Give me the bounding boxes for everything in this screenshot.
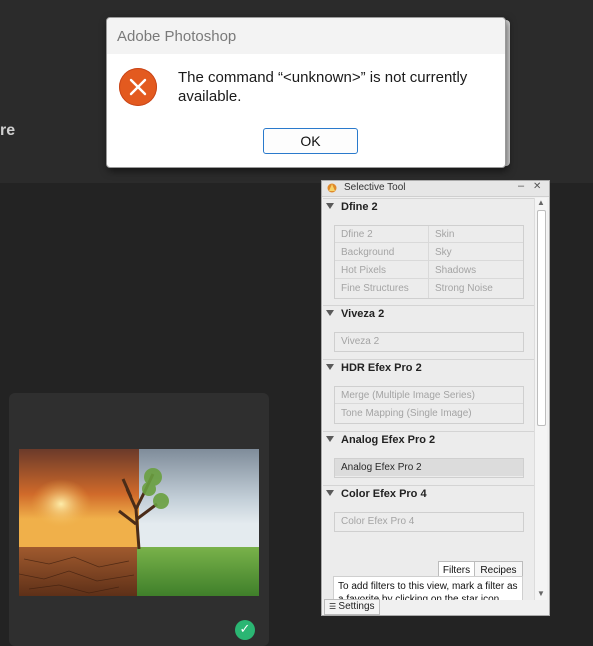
- selective-tool-panel: Selective Tool – ✕ Dfine 2 Dfine 2 Skin …: [321, 180, 550, 616]
- background-text-fragment: re: [0, 122, 16, 139]
- collapse-triangle-icon[interactable]: [326, 310, 334, 316]
- image-card[interactable]: ✓: [9, 393, 269, 646]
- filter-color-efex-pro-4[interactable]: Color Efex Pro 4: [335, 513, 523, 530]
- filter-skin[interactable]: Skin: [429, 226, 523, 243]
- color-efex-filter-grid: Color Efex Pro 4: [334, 512, 524, 532]
- filter-analog-efex-pro-2[interactable]: Analog Efex Pro 2: [335, 459, 523, 476]
- section-header-hdr-efex-pro-2[interactable]: HDR Efex Pro 2: [326, 362, 422, 374]
- panel-title: Selective Tool: [344, 182, 406, 193]
- panel-titlebar[interactable]: Selective Tool – ✕: [322, 180, 549, 197]
- panel-scrollbar[interactable]: ▲ ▼: [534, 198, 547, 600]
- filter-tone-mapping[interactable]: Tone Mapping (Single Image): [335, 405, 523, 422]
- photoshop-error-dialog: Adobe Photoshop The command “<unknown>” …: [106, 17, 506, 168]
- collapse-triangle-icon[interactable]: [326, 490, 334, 496]
- selected-check-icon[interactable]: ✓: [235, 620, 255, 640]
- section-header-analog-efex-pro-2[interactable]: Analog Efex Pro 2: [326, 434, 435, 446]
- scroll-up-arrow-icon[interactable]: ▲: [537, 198, 545, 207]
- minimize-icon[interactable]: –: [518, 180, 524, 192]
- section-header-dfine-2[interactable]: Dfine 2: [326, 201, 378, 213]
- filter-list: Dfine 2 Dfine 2 Skin Background Sky Hot …: [323, 198, 534, 600]
- section-viveza-2: Viveza 2 Viveza 2: [323, 305, 534, 360]
- nik-logo-icon: [327, 183, 337, 193]
- scroll-down-arrow-icon[interactable]: ▼: [537, 589, 545, 598]
- close-icon[interactable]: ✕: [533, 181, 541, 192]
- filter-background[interactable]: Background: [335, 244, 429, 261]
- hdr-filter-grid: Merge (Multiple Image Series) Tone Mappi…: [334, 386, 524, 424]
- section-header-viveza-2[interactable]: Viveza 2: [326, 308, 384, 320]
- section-header-color-efex-pro-4[interactable]: Color Efex Pro 4: [326, 488, 427, 500]
- filter-fine-structures[interactable]: Fine Structures: [335, 280, 429, 297]
- favorites-info-text: To add filters to this view, mark a filt…: [333, 576, 523, 600]
- error-circle-icon: [119, 68, 157, 106]
- section-analog-efex-pro-2: Analog Efex Pro 2 Analog Efex Pro 2: [323, 431, 534, 486]
- section-color-efex-pro-4: Color Efex Pro 4 Color Efex Pro 4: [323, 485, 534, 560]
- grid-divider: [428, 226, 429, 298]
- thumbnail-image[interactable]: [19, 449, 259, 596]
- filter-merge[interactable]: Merge (Multiple Image Series): [335, 387, 523, 404]
- filter-viveza-2[interactable]: Viveza 2: [335, 333, 523, 350]
- filter-hot-pixels[interactable]: Hot Pixels: [335, 262, 429, 279]
- collapse-triangle-icon[interactable]: [326, 436, 334, 442]
- filter-dfine-2[interactable]: Dfine 2: [335, 226, 429, 243]
- scroll-thumb[interactable]: [537, 210, 546, 426]
- dialog-message: The command “<unknown>” is not currently…: [178, 69, 468, 105]
- viveza-filter-grid: Viveza 2: [334, 332, 524, 352]
- collapse-triangle-icon[interactable]: [326, 203, 334, 209]
- settings-list-icon: ☰: [329, 602, 339, 611]
- section-hdr-efex-pro-2: HDR Efex Pro 2 Merge (Multiple Image Ser…: [323, 359, 534, 432]
- filter-shadows[interactable]: Shadows: [429, 262, 523, 279]
- filter-sky[interactable]: Sky: [429, 244, 523, 261]
- settings-button[interactable]: ☰ Settings: [324, 599, 380, 615]
- ok-button[interactable]: OK: [263, 128, 358, 154]
- filter-strong-noise[interactable]: Strong Noise: [429, 280, 523, 297]
- analog-filter-grid: Analog Efex Pro 2: [334, 458, 524, 478]
- dialog-title: Adobe Photoshop: [117, 28, 237, 45]
- dfine-filter-grid: Dfine 2 Skin Background Sky Hot Pixels S…: [334, 225, 524, 299]
- section-dfine-2: Dfine 2 Dfine 2 Skin Background Sky Hot …: [323, 198, 534, 306]
- collapse-triangle-icon[interactable]: [326, 364, 334, 370]
